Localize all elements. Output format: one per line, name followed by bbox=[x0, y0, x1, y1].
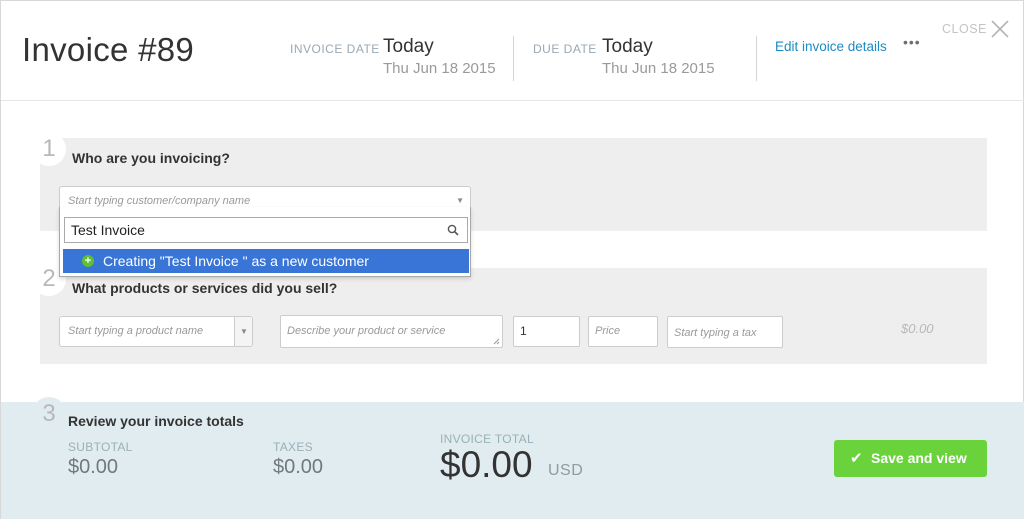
page-title: Invoice #89 bbox=[22, 31, 195, 68]
tax-field[interactable]: Start typing a tax bbox=[667, 316, 783, 348]
subtotal-label: SUBTOTAL bbox=[68, 440, 133, 454]
divider bbox=[756, 36, 757, 81]
invoice-date-label: INVOICE DATE bbox=[290, 42, 380, 56]
description-field[interactable]: Describe your product or service bbox=[280, 315, 503, 348]
invoice-modal: Invoice #89 INVOICE DATE Today Thu Jun 1… bbox=[0, 0, 1024, 519]
due-date-label: DUE DATE bbox=[533, 42, 597, 56]
customer-select-placeholder: Start typing customer/company name bbox=[68, 195, 251, 207]
customer-search-value: Test Invoice bbox=[71, 222, 145, 238]
close-icon[interactable] bbox=[989, 18, 1011, 40]
plus-circle-icon: + bbox=[82, 255, 94, 267]
products-section-title: What products or services did you sell? bbox=[72, 280, 338, 296]
save-and-view-label: Save and view bbox=[871, 450, 967, 466]
save-and-view-button[interactable]: ✔ Save and view bbox=[834, 440, 987, 477]
taxes-label: TAXES bbox=[273, 440, 313, 454]
search-icon bbox=[447, 224, 459, 236]
create-customer-option[interactable]: + Creating "Test Invoice " as a new cust… bbox=[63, 249, 469, 273]
due-date-value[interactable]: Today bbox=[602, 36, 653, 58]
due-date-sub: Thu Jun 18 2015 bbox=[602, 60, 715, 77]
resize-handle-icon[interactable] bbox=[493, 338, 500, 345]
invoice-date-sub: Thu Jun 18 2015 bbox=[383, 60, 496, 77]
create-customer-label: Creating "Test Invoice " as a new custom… bbox=[103, 253, 369, 269]
totals-section-title: Review your invoice totals bbox=[68, 413, 244, 429]
divider bbox=[513, 36, 514, 81]
invoice-header: Invoice #89 INVOICE DATE Today Thu Jun 1… bbox=[1, 1, 1024, 101]
check-icon: ✔ bbox=[850, 450, 863, 467]
price-field[interactable]: Price bbox=[588, 316, 658, 347]
edit-invoice-details-link[interactable]: Edit invoice details bbox=[775, 39, 887, 54]
product-select-toggle[interactable]: ▼ bbox=[234, 317, 252, 346]
invoice-date-value[interactable]: Today bbox=[383, 36, 434, 58]
customer-dropdown: Test Invoice + Creating "Test Invoice " … bbox=[59, 207, 471, 277]
customer-section-title: Who are you invoicing? bbox=[72, 150, 230, 166]
currency-label: USD bbox=[548, 462, 584, 479]
customer-search-input[interactable]: Test Invoice bbox=[64, 217, 468, 243]
close-label[interactable]: CLOSE bbox=[942, 22, 987, 36]
line-amount: $0.00 bbox=[901, 321, 934, 336]
step-number-3: 3 bbox=[32, 397, 66, 431]
step-number-1: 1 bbox=[32, 132, 66, 166]
invoice-total-value: $0.00 bbox=[440, 444, 533, 485]
description-placeholder: Describe your product or service bbox=[287, 325, 446, 337]
product-select-placeholder: Start typing a product name bbox=[68, 325, 204, 337]
quantity-field[interactable]: 1 bbox=[513, 316, 580, 347]
chevron-down-icon: ▼ bbox=[240, 327, 248, 336]
subtotal-value: $0.00 bbox=[68, 456, 119, 478]
taxes-value: $0.00 bbox=[273, 456, 324, 478]
more-options-icon[interactable]: ••• bbox=[903, 34, 921, 50]
product-select[interactable]: Start typing a product name ▼ bbox=[59, 316, 253, 347]
